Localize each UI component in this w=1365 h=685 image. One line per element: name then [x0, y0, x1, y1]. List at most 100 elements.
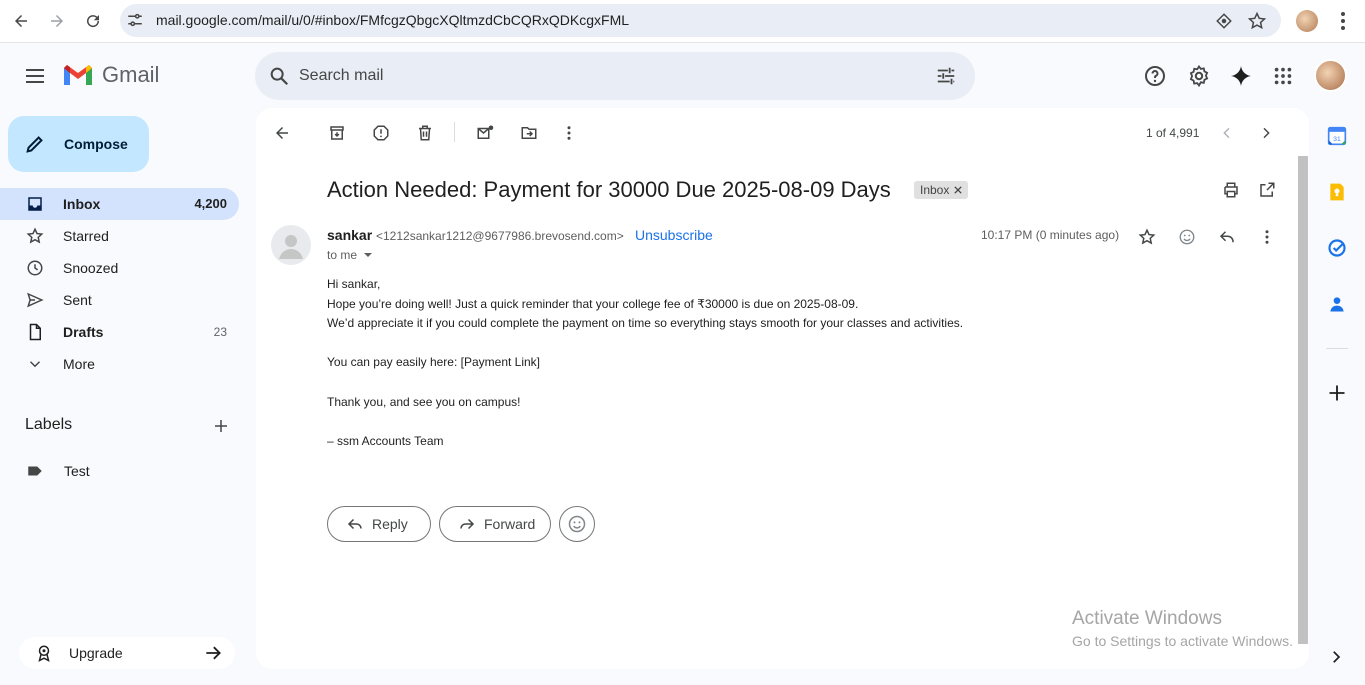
- print-icon[interactable]: [1220, 179, 1242, 201]
- inbox-icon: [26, 195, 44, 213]
- arrow-right-icon: [203, 643, 223, 663]
- main-menu-icon[interactable]: [23, 64, 47, 88]
- upgrade-badge-icon: [35, 644, 53, 662]
- browser-profile-avatar[interactable]: [1296, 10, 1318, 32]
- sidebar-item-starred[interactable]: Starred: [0, 220, 239, 252]
- label-name: Test: [64, 463, 90, 479]
- mark-unread-icon[interactable]: [474, 122, 496, 144]
- account-avatar[interactable]: [1314, 59, 1347, 92]
- gmail-logo[interactable]: Gmail: [62, 62, 159, 88]
- email-body: Hi sankar, Hope you’re doing well! Just …: [327, 275, 963, 451]
- archive-icon[interactable]: [326, 122, 348, 144]
- expand-panel-chevron-icon[interactable]: [1327, 648, 1347, 668]
- open-new-window-icon[interactable]: [1256, 179, 1278, 201]
- reply-arrow-icon: [347, 518, 362, 530]
- url-text[interactable]: mail.google.com/mail/u/0/#inbox/FMfcgzQb…: [156, 12, 629, 28]
- search-bar[interactable]: [255, 52, 975, 100]
- caret-down-icon: [364, 253, 373, 257]
- draft-icon: [26, 323, 44, 341]
- message-more-icon[interactable]: [1255, 225, 1279, 249]
- watermark-subtitle: Go to Settings to activate Windows.: [1072, 633, 1293, 649]
- back-to-inbox-icon[interactable]: [271, 122, 293, 144]
- sender-email: <1212sankar1212@9677986.brevosend.com>: [376, 229, 624, 243]
- labels-heading: Labels: [25, 416, 73, 433]
- remove-label-icon[interactable]: [954, 186, 963, 194]
- back-arrow-icon[interactable]: [8, 8, 34, 34]
- sidebar-item-more[interactable]: More: [0, 348, 239, 380]
- body-line: Hi sankar,: [327, 277, 381, 291]
- send-icon: [26, 291, 44, 309]
- star-message-icon[interactable]: [1135, 225, 1159, 249]
- forward-label: Forward: [484, 516, 536, 532]
- compose-label: Compose: [64, 136, 128, 152]
- sidebar-item-snoozed[interactable]: Snoozed: [0, 252, 239, 284]
- search-icon[interactable]: [268, 65, 290, 87]
- search-options-icon[interactable]: [935, 65, 957, 87]
- body-line: [327, 373, 963, 393]
- body-line: Hope you’re doing well! Just a quick rem…: [327, 296, 859, 311]
- sender-avatar[interactable]: [271, 225, 311, 265]
- scrollbar[interactable]: [1298, 156, 1308, 644]
- more-options-icon[interactable]: [558, 122, 580, 144]
- label-item-test[interactable]: Test: [26, 462, 90, 480]
- recipients-toggle[interactable]: to me: [327, 248, 373, 262]
- sidebar-item-label: Inbox: [63, 196, 101, 212]
- settings-gear-icon[interactable]: [1186, 63, 1212, 89]
- sidebar-item-label: Snoozed: [63, 260, 119, 276]
- unread-count: 4,200: [194, 196, 227, 211]
- site-info-icon[interactable]: [126, 11, 144, 29]
- newer-chevron-left-icon[interactable]: [1216, 122, 1238, 144]
- gmail-wordmark: Gmail: [102, 62, 160, 87]
- sidebar-item-sent[interactable]: Sent: [0, 284, 239, 316]
- reply-button[interactable]: Reply: [327, 506, 431, 542]
- forward-button[interactable]: Forward: [439, 506, 551, 542]
- tasks-icon[interactable]: [1327, 238, 1347, 258]
- pencil-icon: [26, 136, 43, 153]
- add-reaction-icon[interactable]: [1175, 225, 1199, 249]
- forward-arrow-icon: [460, 518, 475, 530]
- body-line: [327, 334, 963, 354]
- body-line: Thank you, and see you on campus!: [327, 394, 521, 409]
- forward-arrow-icon[interactable]: [44, 8, 70, 34]
- browser-menu-icon[interactable]: [1333, 9, 1353, 33]
- reload-icon[interactable]: [80, 8, 106, 34]
- svg-text:31: 31: [1333, 136, 1341, 143]
- upgrade-button[interactable]: Upgrade: [19, 637, 235, 669]
- person-icon: [279, 235, 303, 259]
- add-label-icon[interactable]: [212, 417, 230, 435]
- sender-name[interactable]: sankar: [327, 227, 372, 243]
- smiley-icon: [568, 515, 586, 533]
- help-icon[interactable]: [1142, 63, 1168, 89]
- google-apps-icon[interactable]: [1270, 63, 1296, 89]
- gemini-sparkle-icon[interactable]: [1228, 63, 1254, 89]
- sidebar-item-label: Starred: [63, 228, 109, 244]
- clock-icon: [26, 259, 44, 277]
- report-spam-icon[interactable]: [370, 122, 392, 144]
- compose-button[interactable]: Compose: [8, 116, 149, 172]
- inbox-label-chip[interactable]: Inbox: [914, 181, 969, 199]
- activate-windows-watermark: Activate Windows Go to Settings to activ…: [1072, 608, 1293, 649]
- move-to-icon[interactable]: [518, 122, 540, 144]
- email-timestamp: 10:17 PM (0 minutes ago): [981, 228, 1120, 242]
- calendar-icon[interactable]: 31: [1327, 126, 1347, 146]
- address-bar[interactable]: mail.google.com/mail/u/0/#inbox/FMfcgzQb…: [120, 4, 1281, 37]
- recipients-text: to me: [327, 248, 358, 262]
- sidebar-item-label: More: [63, 356, 95, 372]
- bookmark-star-icon[interactable]: [1247, 11, 1267, 31]
- get-addons-plus-icon[interactable]: [1327, 383, 1347, 403]
- reply-label: Reply: [372, 516, 408, 532]
- body-line: You can pay easily here: [Payment Link]: [327, 355, 541, 370]
- contacts-icon[interactable]: [1327, 294, 1347, 314]
- reply-icon[interactable]: [1215, 225, 1239, 249]
- pagination-text: 1 of 4,991: [1146, 126, 1200, 140]
- delete-icon[interactable]: [414, 122, 436, 144]
- search-input[interactable]: [299, 64, 899, 88]
- sidebar-item-inbox[interactable]: Inbox 4,200: [0, 188, 239, 220]
- unsubscribe-link[interactable]: Unsubscribe: [635, 227, 713, 243]
- sidebar-item-drafts[interactable]: Drafts 23: [0, 316, 239, 348]
- emoji-react-button[interactable]: [559, 506, 595, 542]
- rail-divider: [1326, 348, 1348, 349]
- keep-icon[interactable]: [1327, 182, 1347, 202]
- older-chevron-right-icon[interactable]: [1255, 122, 1277, 144]
- lens-icon[interactable]: [1215, 12, 1233, 30]
